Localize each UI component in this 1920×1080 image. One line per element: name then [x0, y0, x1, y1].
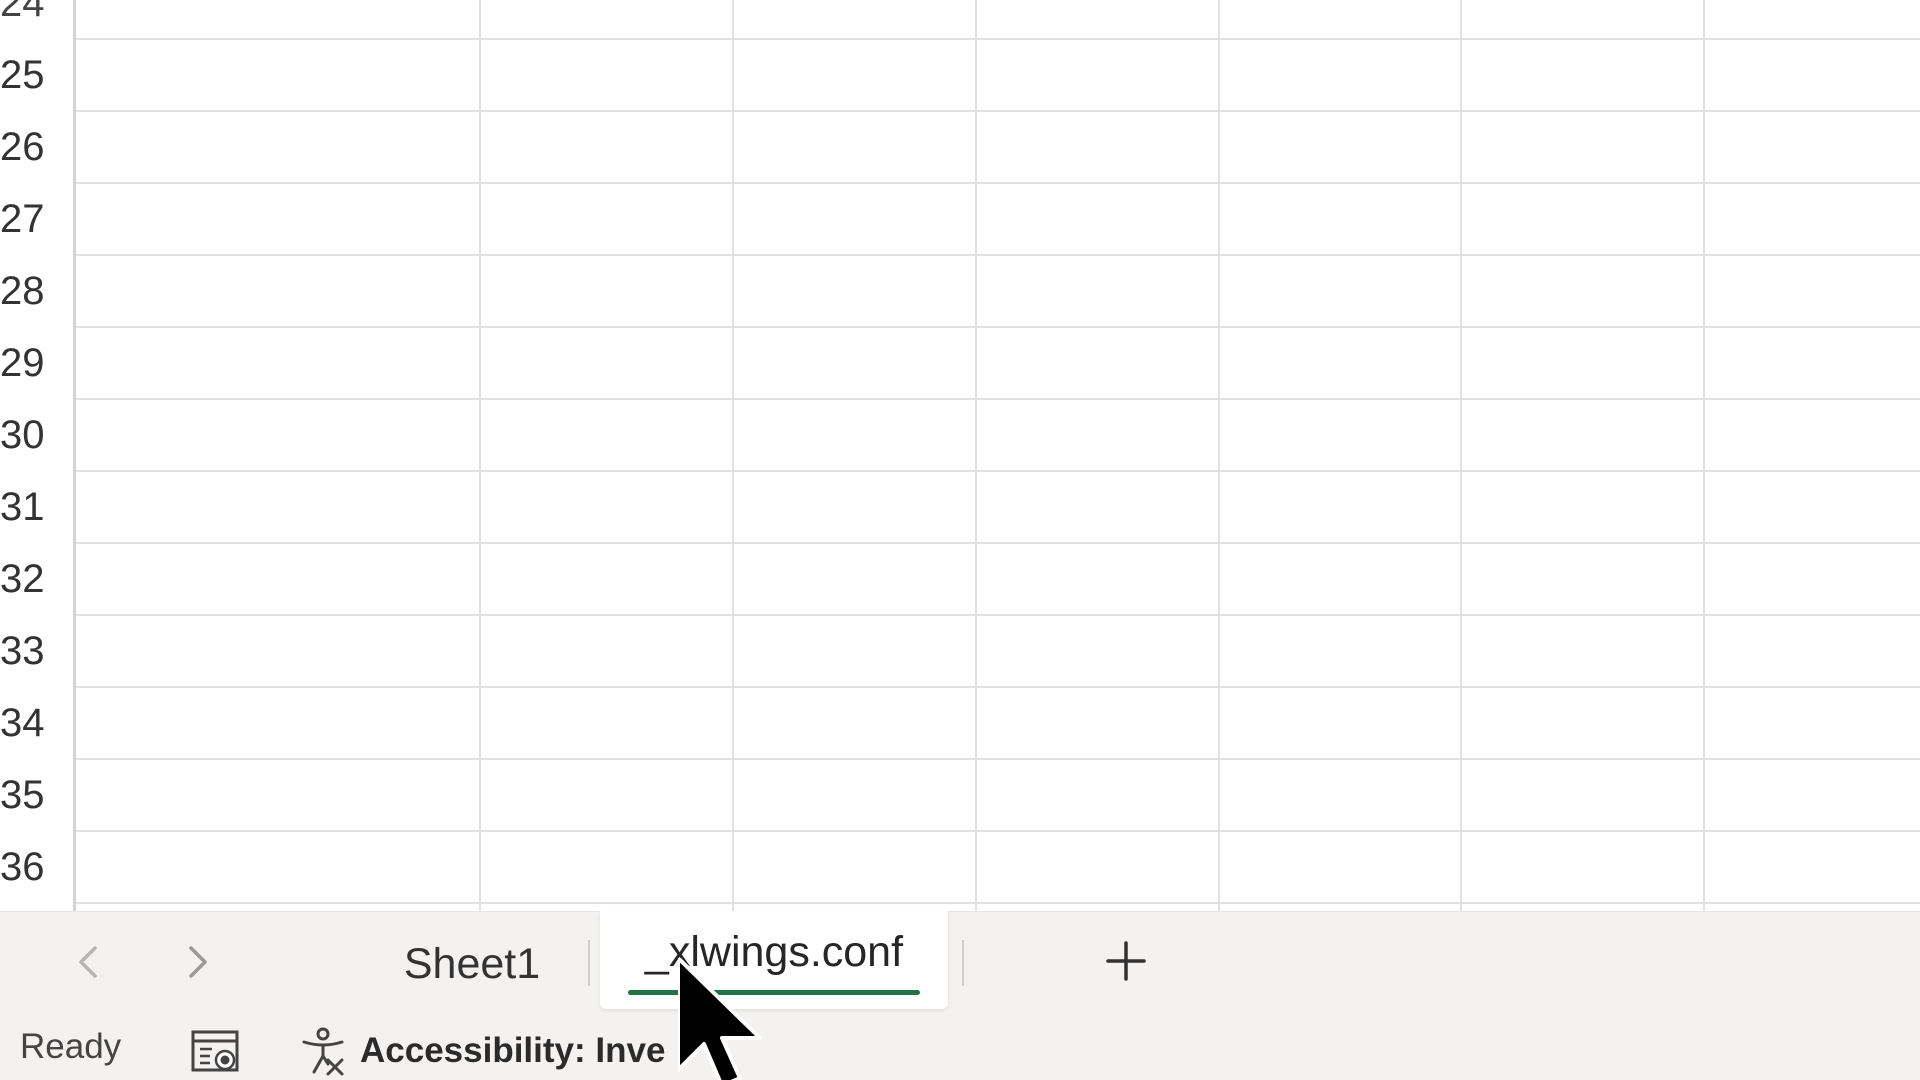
row-header[interactable]: 36 [0, 831, 72, 903]
row-header[interactable]: 35 [0, 759, 72, 831]
accessibility-icon [302, 1027, 344, 1076]
status-ready-text: Ready [20, 1027, 122, 1066]
column-gridline [1703, 0, 1705, 911]
row-header[interactable]: 32 [0, 543, 72, 615]
row-header[interactable]: 24 [0, 0, 72, 39]
active-tab-indicator [628, 990, 920, 995]
row-gridline [76, 758, 1920, 760]
row-header[interactable]: 28 [0, 255, 72, 327]
row-gridline [76, 398, 1920, 400]
row-header[interactable]: 37 [0, 903, 72, 911]
row-gridline [76, 902, 1920, 904]
macro-record-button[interactable] [190, 1029, 242, 1075]
plus-icon [1106, 941, 1146, 981]
row-header[interactable]: 30 [0, 399, 72, 471]
row-headers: 24 25 26 27 28 29 30 31 32 33 34 35 36 3… [0, 0, 76, 911]
sheet-tab-label: _xlwings.conf [644, 927, 904, 976]
sheet-tab-label: Sheet1 [403, 939, 541, 988]
sheet-tab-sheet1[interactable]: Sheet1 [372, 916, 572, 1012]
previous-sheet-button[interactable] [58, 932, 118, 992]
row-header[interactable]: 25 [0, 39, 72, 111]
add-sheet-button[interactable] [1095, 930, 1157, 992]
sheet-tab-xlwings-conf[interactable]: _xlwings.conf [600, 911, 948, 1009]
column-gridline [479, 0, 481, 911]
accessibility-checker-button[interactable]: Accessibility: Inve [298, 1025, 665, 1077]
status-bar: Ready Accessibility: Inve [0, 1019, 1920, 1080]
excel-window: 24 25 26 27 28 29 30 31 32 33 34 35 36 3… [0, 0, 1920, 1080]
accessibility-status-text: Accessibility: Inve [360, 1031, 666, 1070]
tab-divider [962, 940, 964, 986]
row-gridline [76, 182, 1920, 184]
column-gridline [1460, 0, 1462, 911]
next-sheet-button[interactable] [168, 932, 228, 992]
row-gridline [76, 686, 1920, 688]
row-header[interactable]: 27 [0, 183, 72, 255]
row-header[interactable]: 34 [0, 687, 72, 759]
row-header[interactable]: 33 [0, 615, 72, 687]
row-gridline [76, 110, 1920, 112]
macro-record-icon [191, 1030, 239, 1072]
row-gridline [76, 326, 1920, 328]
row-gridline [76, 614, 1920, 616]
chevron-left-icon [79, 946, 97, 978]
column-gridline [1218, 0, 1220, 911]
row-gridline [76, 542, 1920, 544]
tab-divider [588, 940, 590, 986]
chevron-right-icon [189, 946, 207, 978]
column-gridline [975, 0, 977, 911]
row-gridline [76, 38, 1920, 40]
row-header[interactable]: 29 [0, 327, 72, 399]
row-header[interactable]: 31 [0, 471, 72, 543]
row-gridline [76, 470, 1920, 472]
sheet-tab-bar: Sheet1 _xlwings.conf [0, 911, 1920, 1019]
spreadsheet-grid[interactable]: 24 25 26 27 28 29 30 31 32 33 34 35 36 3… [0, 0, 1920, 911]
row-gridline [76, 830, 1920, 832]
row-gridline [76, 254, 1920, 256]
column-gridline [732, 0, 734, 911]
row-header[interactable]: 26 [0, 111, 72, 183]
